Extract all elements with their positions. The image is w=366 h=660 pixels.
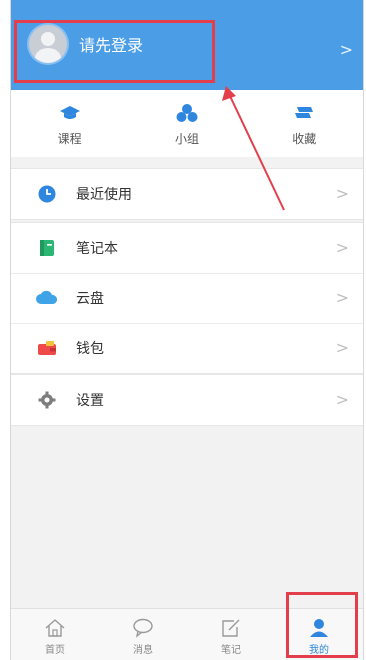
shortcut-bar: 课程 小组 收藏	[11, 90, 363, 157]
wallet-icon	[34, 338, 60, 358]
bookmark-stack-icon	[259, 102, 349, 124]
chevron-right-icon: >	[335, 238, 349, 257]
shortcut-favorites[interactable]: 收藏	[259, 90, 349, 157]
tab-label: 笔记	[221, 645, 241, 656]
notebook-icon	[34, 238, 60, 258]
annotation-highlight-login	[14, 20, 215, 83]
tab-home[interactable]: 首页	[25, 609, 85, 660]
cloud-icon	[34, 288, 60, 308]
home-icon	[25, 617, 85, 639]
graduation-cap-icon	[25, 102, 115, 124]
shortcut-label: 收藏	[292, 132, 317, 146]
chevron-right-icon: >	[335, 184, 349, 203]
menu-item-notebook[interactable]: 笔记本 >	[11, 223, 363, 273]
menu-item-cloud[interactable]: 云盘 >	[11, 273, 363, 323]
menu-label: 云盘	[76, 291, 104, 307]
group-icon	[142, 102, 232, 124]
shortcut-label: 课程	[57, 132, 82, 146]
tab-notes[interactable]: 笔记	[201, 609, 261, 660]
menu-item-settings[interactable]: 设置 >	[11, 375, 363, 425]
menu-group-settings: 设置 >	[11, 374, 363, 426]
menu-label: 设置	[76, 393, 104, 409]
menu-group-recent: 最近使用 >	[11, 168, 363, 220]
menu-item-recent[interactable]: 最近使用 >	[11, 169, 363, 219]
chevron-right-icon: >	[335, 390, 349, 409]
chevron-right-icon: >	[335, 338, 349, 357]
header-chevron-icon[interactable]: >	[340, 40, 353, 59]
shortcut-groups[interactable]: 小组	[142, 90, 232, 157]
tab-label: 消息	[133, 645, 153, 656]
menu-label: 笔记本	[76, 241, 118, 257]
shortcut-label: 小组	[174, 132, 199, 146]
tab-messages[interactable]: 消息	[113, 609, 173, 660]
shortcut-courses[interactable]: 课程	[25, 90, 115, 157]
menu-group-storage: 笔记本 > 云盘 > 钱包 >	[11, 222, 363, 374]
chevron-right-icon: >	[335, 288, 349, 307]
app-screen: 请先登录 > 课程 小组 收藏 最近使用 > 笔记本 > 云盘 > 钱包 > 设…	[10, 0, 364, 660]
menu-label: 最近使用	[76, 187, 132, 203]
chat-icon	[113, 617, 173, 639]
edit-note-icon	[201, 617, 261, 639]
menu-label: 钱包	[76, 341, 104, 357]
annotation-highlight-me-tab	[286, 592, 358, 658]
clock-icon	[34, 184, 60, 204]
tab-label: 首页	[45, 645, 65, 656]
menu-item-wallet[interactable]: 钱包 >	[11, 323, 363, 373]
gear-icon	[34, 390, 60, 410]
